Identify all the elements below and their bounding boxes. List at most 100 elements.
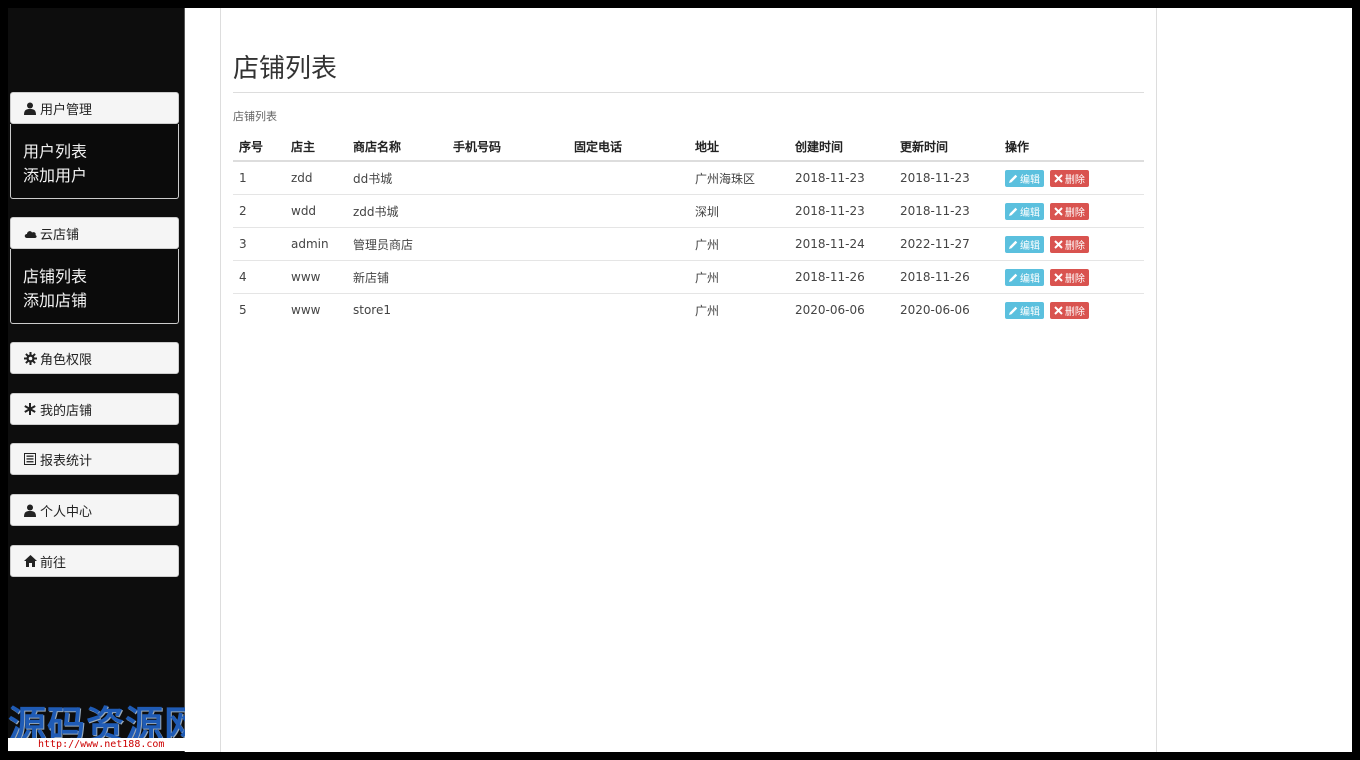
nav-head-reports[interactable]: 报表统计 xyxy=(10,443,179,475)
nav-group-reports: 报表统计 xyxy=(10,443,179,475)
cell-owner: www xyxy=(285,260,347,294)
nav-head-label: 角色权限 xyxy=(40,352,93,368)
table-row: 4 www 新店铺 广州 2018-11-26 2018-11-26 编辑 删除 xyxy=(233,260,1144,294)
nav-head-label: 前往 xyxy=(40,555,67,571)
cell-created: 2018-11-26 xyxy=(789,260,894,294)
col-header-address: 地址 xyxy=(689,132,789,162)
nav-head-cloud-store[interactable]: 云店铺 xyxy=(10,217,179,249)
cell-store-name: store1 xyxy=(353,303,391,317)
cell-id: 5 xyxy=(239,303,247,317)
cell-id: 3 xyxy=(233,227,285,261)
delete-label: 删除 xyxy=(1064,240,1085,252)
cell-actions: 编辑 删除 xyxy=(999,227,1144,261)
cell-phone xyxy=(568,161,689,195)
cell-updated: 2022-11-27 xyxy=(894,227,999,261)
nav-head-label: 个人中心 xyxy=(40,504,93,520)
cell-created: 2020-06-06 xyxy=(795,303,865,317)
delete-label: 删除 xyxy=(1064,306,1085,318)
edit-label: 编辑 xyxy=(1020,207,1040,219)
col-header-actions: 操作 xyxy=(999,132,1144,162)
cell-store-name: dd书城 xyxy=(347,161,447,195)
pencil-icon xyxy=(1009,174,1018,183)
user-icon xyxy=(23,101,37,115)
cell-created: 2018-11-23 xyxy=(789,161,894,195)
nav-group-my-store: 我的店铺 xyxy=(10,393,179,425)
nav-body-user-management: 用户列表 添加用户 xyxy=(10,124,179,199)
table-row: 5 www store1 广州 2020-06-06 2020-06-06 编辑… xyxy=(233,294,1144,327)
nav-head-user-management[interactable]: 用户管理 xyxy=(10,92,179,124)
col-header-mobile: 手机号码 xyxy=(447,132,568,162)
cell-owner: admin xyxy=(285,227,347,261)
cell-address: 广州海珠区 xyxy=(689,161,789,195)
edit-button[interactable]: 编辑 xyxy=(1005,301,1044,319)
sidebar-item-store-list[interactable]: 店铺列表 xyxy=(23,265,178,289)
delete-label: 删除 xyxy=(1064,207,1085,219)
cell-address: 广州 xyxy=(695,303,720,318)
delete-button[interactable]: 删除 xyxy=(1049,235,1089,253)
cell-created: 2018-11-24 xyxy=(789,227,894,261)
nav-head-label: 用户管理 xyxy=(40,102,93,118)
cell-mobile xyxy=(447,161,568,195)
edit-label: 编辑 xyxy=(1020,273,1040,285)
cell-id: 1 xyxy=(233,161,285,195)
col-header-owner: 店主 xyxy=(285,132,347,162)
nav-head-personal-center[interactable]: 个人中心 xyxy=(10,494,179,526)
cell-actions: 编辑 删除 xyxy=(999,260,1144,294)
cell-store-name: zdd书城 xyxy=(347,194,447,228)
cell-phone xyxy=(568,260,689,294)
nav-head-my-store[interactable]: 我的店铺 xyxy=(10,393,179,425)
remove-icon xyxy=(1054,272,1063,282)
cell-updated: 2018-11-26 xyxy=(894,260,999,294)
watermark: 源码资源网 http://www.net188.com xyxy=(8,694,208,752)
delete-label: 删除 xyxy=(1064,273,1085,285)
edit-button[interactable]: 编辑 xyxy=(1005,169,1044,187)
cell-address: 广州 xyxy=(689,260,789,294)
sidebar: 用户管理 用户列表 添加用户 云店铺 店铺列表 添加店铺 角色权限 我的店铺 报… xyxy=(8,8,204,752)
delete-button[interactable]: 删除 xyxy=(1049,202,1089,220)
cell-created: 2018-11-23 xyxy=(789,194,894,228)
delete-button[interactable]: 删除 xyxy=(1049,301,1089,319)
edit-button[interactable]: 编辑 xyxy=(1005,202,1044,220)
pencil-icon xyxy=(1009,273,1018,282)
remove-icon xyxy=(1054,239,1063,249)
sidebar-item-add-store[interactable]: 添加店铺 xyxy=(23,289,178,313)
delete-button[interactable]: 删除 xyxy=(1049,169,1089,187)
home-icon xyxy=(23,554,37,568)
main-content: 店铺列表 店铺列表 序号 店主 商店名称 手机号码 固定电话 地址 创建时间 更… xyxy=(221,8,1157,752)
cell-phone xyxy=(568,227,689,261)
sidebar-item-user-list[interactable]: 用户列表 xyxy=(23,140,178,164)
page-title: 店铺列表 xyxy=(233,54,338,84)
nav-head-goto[interactable]: 前往 xyxy=(10,545,179,577)
store-table: 序号 店主 商店名称 手机号码 固定电话 地址 创建时间 更新时间 操作 1 z… xyxy=(233,132,1144,326)
nav-head-label: 我的店铺 xyxy=(40,403,93,419)
user-icon xyxy=(23,503,37,517)
edit-label: 编辑 xyxy=(1020,306,1040,318)
cell-address: 广州 xyxy=(689,227,789,261)
col-header-store-name: 商店名称 xyxy=(347,132,447,162)
cell-mobile xyxy=(447,194,568,228)
list-alt-icon xyxy=(23,452,37,466)
delete-button[interactable]: 删除 xyxy=(1049,268,1089,286)
cell-id: 2 xyxy=(233,194,285,228)
remove-icon xyxy=(1054,173,1063,183)
col-header-created: 创建时间 xyxy=(789,132,894,162)
nav-group-goto: 前往 xyxy=(10,545,179,577)
cell-phone xyxy=(568,294,689,327)
remove-icon xyxy=(1054,206,1063,216)
sidebar-item-add-user[interactable]: 添加用户 xyxy=(23,164,178,188)
edit-button[interactable]: 编辑 xyxy=(1005,235,1044,253)
title-divider xyxy=(233,92,1144,93)
cell-owner: wdd xyxy=(285,194,347,228)
nav-head-role-permission[interactable]: 角色权限 xyxy=(10,342,179,374)
cell-store-name: 管理员商店 xyxy=(347,227,447,261)
nav-head-label: 报表统计 xyxy=(40,453,93,469)
edit-button[interactable]: 编辑 xyxy=(1005,268,1044,286)
cell-mobile xyxy=(447,227,568,261)
nav-group-cloud-store: 云店铺 店铺列表 添加店铺 xyxy=(10,217,179,324)
cell-id: 4 xyxy=(233,260,285,294)
panel-label: 店铺列表 xyxy=(233,110,277,123)
cell-address: 深圳 xyxy=(689,194,789,228)
cell-owner: www xyxy=(291,303,321,317)
col-header-updated: 更新时间 xyxy=(894,132,999,162)
asterisk-icon xyxy=(23,402,37,416)
